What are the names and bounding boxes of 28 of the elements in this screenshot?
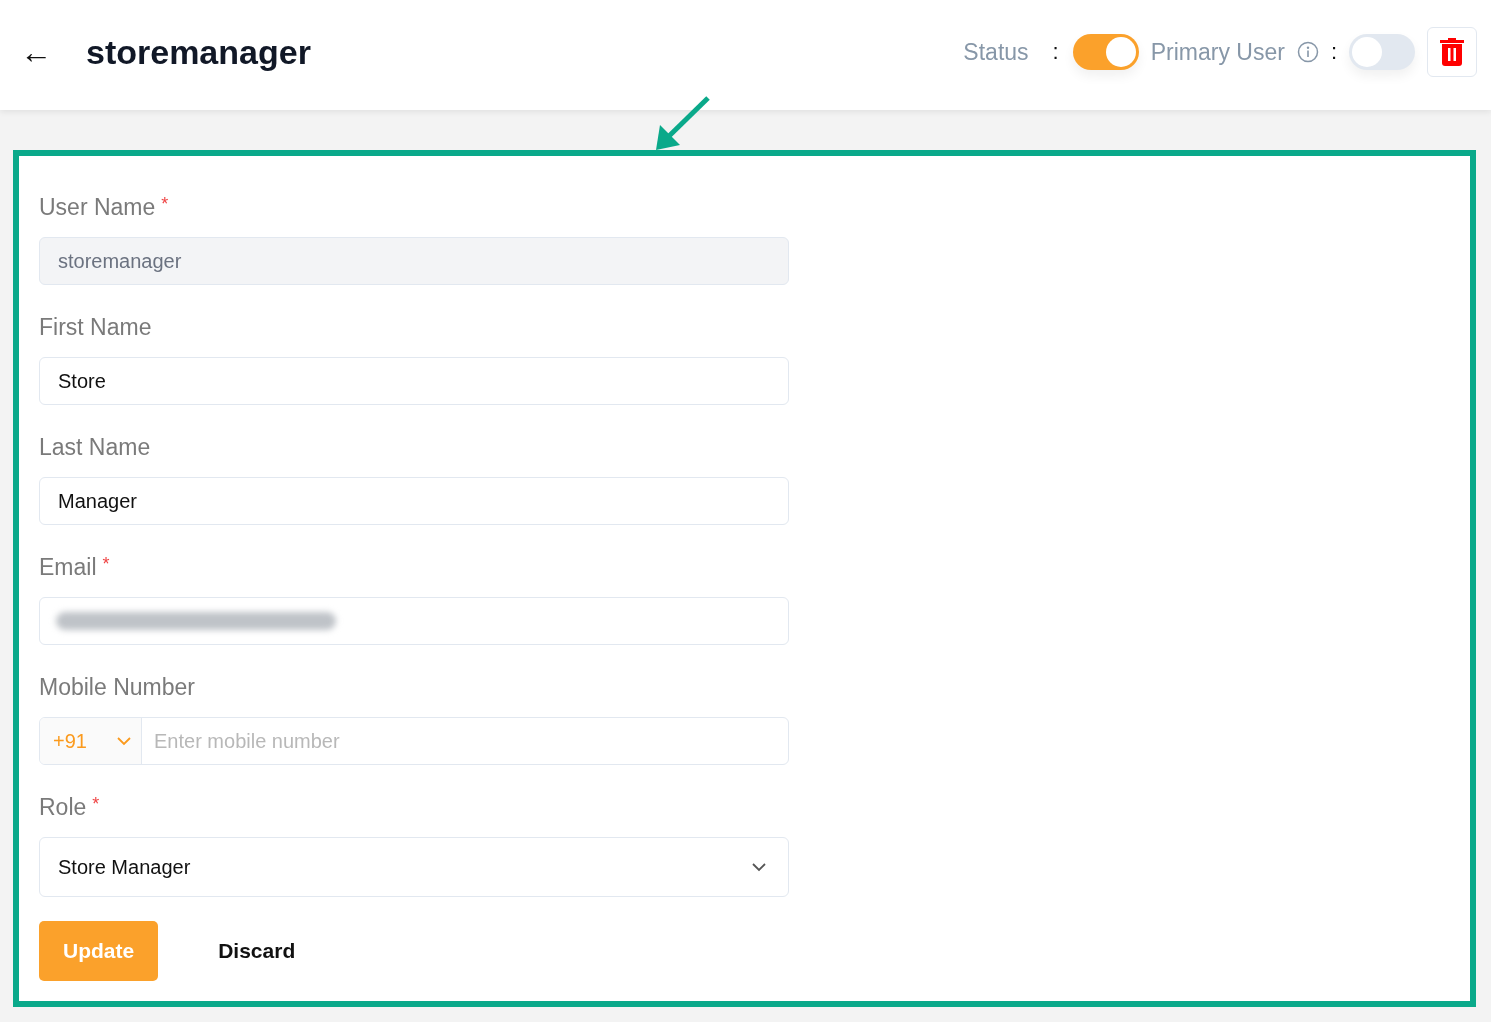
required-mark: * (92, 794, 100, 815)
text-field[interactable]: Store (39, 357, 789, 405)
field-label: Mobile Number (39, 674, 195, 701)
separator: : (1330, 39, 1337, 65)
chevron-down-icon (752, 862, 766, 872)
page-title: storemanager (86, 32, 312, 72)
status-label: Status (963, 38, 1029, 66)
required-mark: * (161, 194, 169, 215)
separator: : (1052, 39, 1059, 65)
field-label: Role (39, 794, 87, 821)
back-button[interactable]: ← (16, 36, 56, 68)
delete-button[interactable] (1427, 27, 1477, 77)
status-toggle[interactable] (1072, 34, 1139, 70)
email-field[interactable] (39, 597, 789, 645)
field-label: Last Name (39, 434, 151, 461)
info-icon[interactable] (1296, 41, 1319, 63)
text-field[interactable]: Manager (39, 477, 789, 525)
role-select[interactable]: Store Manager (39, 837, 789, 897)
field-label: First Name (39, 314, 152, 341)
field-label: User Name (39, 194, 156, 221)
trash-icon (1440, 38, 1464, 66)
discard-button[interactable]: Discard (194, 921, 320, 981)
phone-input[interactable]: Enter mobile number (142, 718, 788, 764)
primary-user-label: Primary User (1150, 38, 1285, 66)
primary-user-toggle[interactable] (1349, 34, 1415, 70)
chevron-down-icon (117, 736, 131, 746)
field-label: Email (39, 554, 97, 581)
required-mark: * (102, 554, 110, 575)
